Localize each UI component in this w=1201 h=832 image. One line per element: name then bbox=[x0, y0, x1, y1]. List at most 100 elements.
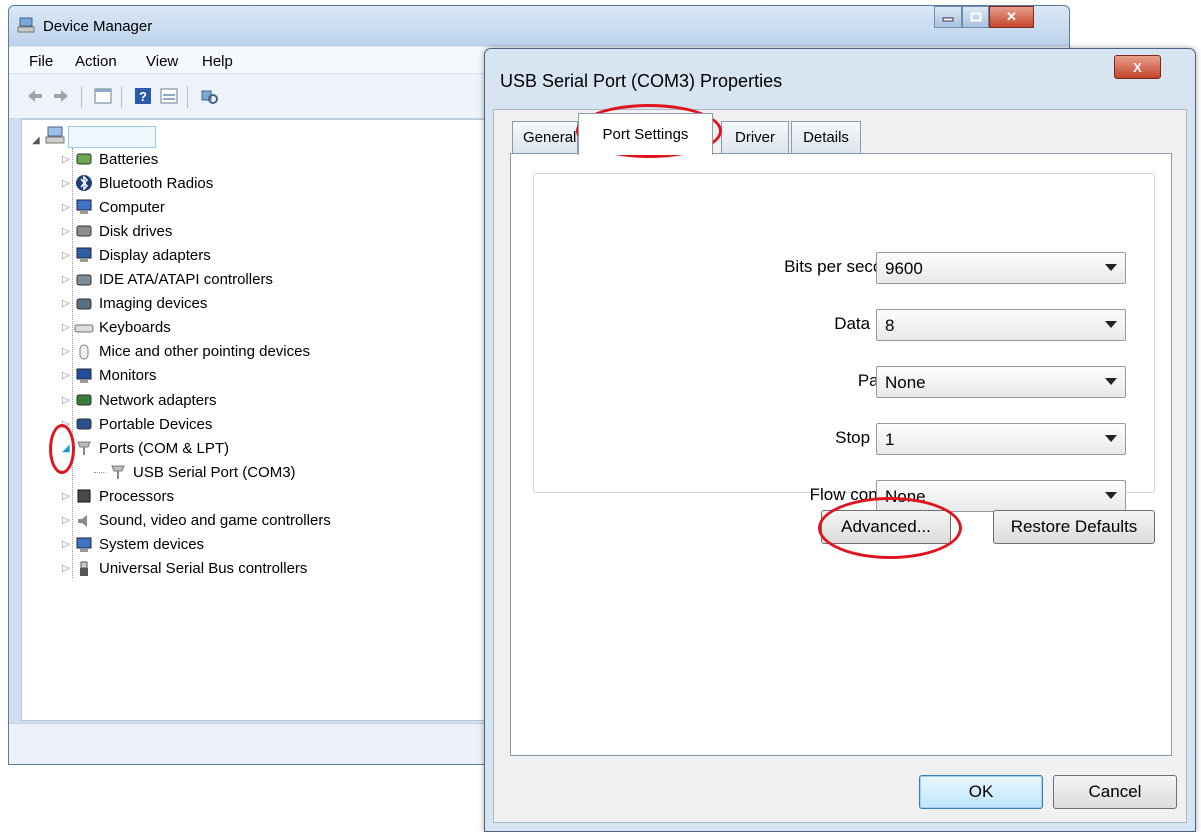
device-tree[interactable]: ◢ ▷ Batteries ▷ Bluetooth Radios ▷ Computer ▷ D… bbox=[21, 119, 498, 721]
tree-item[interactable]: ▷ Network adapters bbox=[62, 389, 217, 411]
help-icon[interactable]: ? bbox=[133, 86, 153, 106]
field-label: Data bits: bbox=[834, 314, 906, 333]
ide-controller-icon bbox=[76, 274, 92, 285]
annotation-circle-advanced-button bbox=[818, 497, 962, 559]
expand-arrow-icon[interactable]: ▷ bbox=[62, 154, 72, 165]
back-arrow-icon[interactable] bbox=[25, 86, 45, 106]
tree-item-label: Monitors bbox=[99, 367, 157, 385]
dropdown-value: None bbox=[885, 373, 926, 392]
tab-driver[interactable]: Driver bbox=[721, 121, 789, 153]
tree-item[interactable]: ▷ Mice and other pointing devices bbox=[62, 341, 310, 363]
tree-item[interactable]: ▷ Keyboards bbox=[62, 317, 171, 339]
monitor-icon bbox=[76, 368, 92, 383]
expand-arrow-icon[interactable]: ▷ bbox=[62, 250, 72, 261]
tree-item-label: Bluetooth Radios bbox=[99, 174, 214, 192]
annotation-circle-ports-expander bbox=[49, 424, 75, 474]
tree-item-label: Batteries bbox=[99, 150, 159, 168]
tree-item[interactable]: ▷ Computer bbox=[62, 196, 165, 218]
port-settings-group: Bits per second:9600 Data bits:8 Parity:No… bbox=[533, 173, 1155, 512]
tree-item-label: Portable Devices bbox=[99, 415, 213, 433]
setting-dropdown[interactable]: None bbox=[876, 366, 1126, 398]
dropdown-arrow-icon[interactable] bbox=[1105, 492, 1117, 499]
expand-arrow-icon[interactable]: ▷ bbox=[62, 202, 72, 213]
bluetooth-icon bbox=[76, 175, 92, 192]
tree-item[interactable]: ▷ IDE ATA/ATAPI controllers bbox=[62, 269, 273, 291]
minimize-button[interactable] bbox=[934, 6, 962, 28]
tree-item[interactable]: ▷ Imaging devices bbox=[62, 293, 207, 315]
device-manager-titlebar[interactable]: Device Manager ✕ bbox=[9, 6, 1069, 46]
tree-item-label: USB Serial Port (COM3) bbox=[133, 463, 296, 481]
expand-arrow-icon[interactable]: ▷ bbox=[62, 226, 72, 237]
expand-arrow-icon[interactable]: ▷ bbox=[62, 491, 72, 502]
menu-help[interactable]: Help bbox=[202, 53, 233, 70]
maximize-button[interactable] bbox=[962, 6, 989, 28]
tree-item[interactable]: USB Serial Port (COM3) bbox=[82, 461, 296, 483]
tree-item[interactable]: ▷ Processors bbox=[62, 485, 174, 507]
expand-arrow-icon[interactable]: ▷ bbox=[62, 395, 72, 406]
tree-item[interactable]: ▷ Batteries bbox=[62, 148, 158, 170]
tree-item[interactable]: ▷ System devices bbox=[62, 534, 204, 556]
tree-item[interactable]: ▷ Portable Devices bbox=[62, 413, 212, 435]
show-hide-console-tree-icon[interactable] bbox=[93, 86, 113, 106]
dropdown-arrow-icon[interactable] bbox=[1105, 321, 1117, 328]
mouse-icon bbox=[79, 344, 89, 360]
dropdown-arrow-icon[interactable] bbox=[1105, 264, 1117, 271]
setting-dropdown[interactable]: 1 bbox=[876, 423, 1126, 455]
tree-item[interactable]: ▷ Sound, video and game controllers bbox=[62, 510, 331, 532]
dropdown-value: 8 bbox=[885, 316, 895, 335]
expand-arrow-icon[interactable]: ▷ bbox=[62, 515, 72, 526]
menu-file[interactable]: File bbox=[29, 53, 53, 70]
forward-arrow-icon[interactable] bbox=[51, 86, 71, 106]
expand-arrow-icon[interactable]: ▷ bbox=[62, 298, 72, 309]
tree-item-label: Ports (COM & LPT) bbox=[99, 439, 230, 457]
root-expander-icon[interactable]: ◢ bbox=[32, 135, 40, 146]
expand-arrow-icon[interactable]: ▷ bbox=[62, 346, 72, 357]
expand-arrow-icon[interactable]: ▷ bbox=[62, 178, 72, 189]
expand-arrow-icon[interactable]: ▷ bbox=[62, 322, 72, 333]
portable-device-icon bbox=[76, 418, 92, 430]
tab-general[interactable]: General bbox=[512, 121, 578, 153]
menu-action[interactable]: Action bbox=[75, 53, 117, 70]
device-manager-title: Device Manager bbox=[43, 18, 153, 35]
port-icon bbox=[111, 465, 125, 480]
expand-arrow-icon[interactable]: ▷ bbox=[62, 563, 72, 574]
properties-dialog: USB Serial Port (COM3) Properties X Gene… bbox=[484, 48, 1196, 832]
root-computer-name[interactable] bbox=[68, 126, 156, 148]
expand-arrow-icon[interactable]: ▷ bbox=[62, 370, 72, 381]
usb-icon bbox=[80, 561, 88, 576]
tree-item-label: Sound, video and game controllers bbox=[99, 512, 331, 529]
expand-arrow-icon[interactable]: ▷ bbox=[62, 539, 72, 550]
maximize-icon bbox=[970, 12, 981, 22]
setting-dropdown[interactable]: 8 bbox=[876, 309, 1126, 341]
tab-port-settings[interactable]: Port Settings bbox=[578, 113, 713, 155]
tree-item[interactable]: ▷ Bluetooth Radios bbox=[62, 172, 213, 194]
close-icon: ✕ bbox=[1006, 9, 1017, 24]
dialog-titlebar[interactable]: USB Serial Port (COM3) Properties X bbox=[485, 49, 1195, 93]
tree-item[interactable]: ◢ Ports (COM & LPT) bbox=[62, 437, 229, 459]
tree-item-label: IDE ATA/ATAPI controllers bbox=[99, 271, 273, 288]
tree-item[interactable]: ▷ Monitors bbox=[62, 365, 157, 387]
svg-text:?: ? bbox=[139, 89, 147, 104]
toolbar-separator bbox=[187, 86, 188, 108]
menu-view[interactable]: View bbox=[146, 53, 178, 70]
dialog-close-button[interactable]: X bbox=[1114, 55, 1161, 79]
ok-button[interactable]: OK bbox=[919, 775, 1043, 809]
restore-defaults-button[interactable]: Restore Defaults bbox=[993, 510, 1155, 544]
setting-dropdown[interactable]: 9600 bbox=[876, 252, 1126, 284]
dropdown-arrow-icon[interactable] bbox=[1105, 378, 1117, 385]
tree-item-label: Processors bbox=[99, 487, 175, 505]
tree-item[interactable]: ▷ Universal Serial Bus controllers bbox=[62, 558, 307, 580]
tree-item[interactable]: ▷ Disk drives bbox=[62, 220, 172, 242]
cancel-button[interactable]: Cancel bbox=[1053, 775, 1177, 809]
close-button[interactable]: ✕ bbox=[989, 6, 1034, 28]
tab-details[interactable]: Details bbox=[791, 121, 861, 153]
close-icon: X bbox=[1133, 59, 1142, 75]
tree-item[interactable]: ▷ Display adapters bbox=[62, 244, 211, 266]
properties-icon[interactable] bbox=[159, 86, 179, 106]
processor-icon bbox=[77, 489, 91, 503]
camera-icon bbox=[76, 298, 92, 310]
dropdown-arrow-icon[interactable] bbox=[1105, 435, 1117, 442]
expand-arrow-icon[interactable]: ▷ bbox=[62, 274, 72, 285]
toolbar-separator bbox=[81, 86, 82, 108]
scan-hardware-icon[interactable] bbox=[199, 86, 219, 106]
